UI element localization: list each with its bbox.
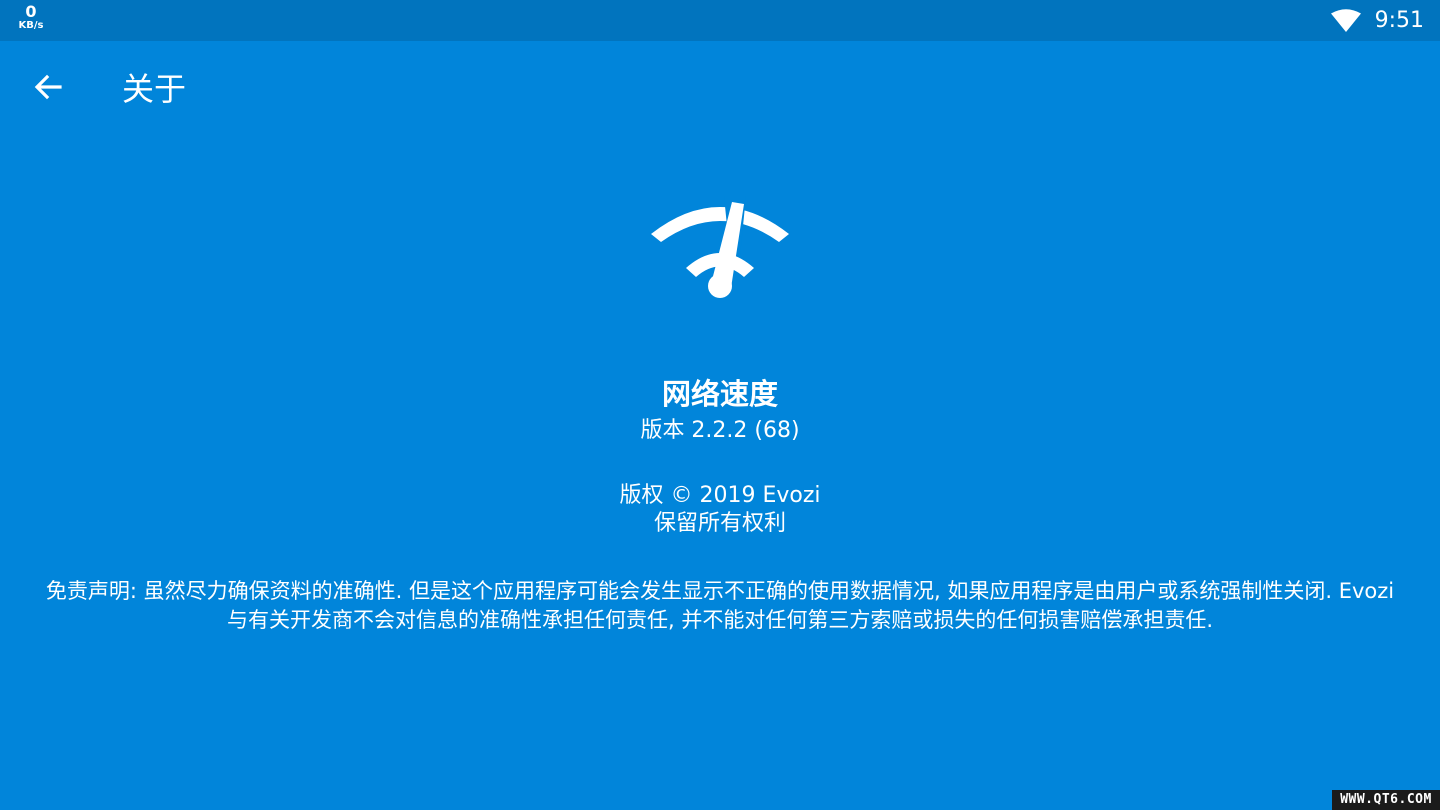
app-name: 网络速度 — [661, 377, 778, 411]
copyright-line: 版权 © 2019 Evozi — [619, 483, 821, 508]
app-bar: 关于 — [0, 41, 1440, 137]
speedometer-wifi-icon — [648, 196, 792, 300]
status-icons: 9:51 — [1330, 0, 1424, 41]
arrow-back-icon — [34, 73, 62, 105]
copyright-block: 版权 © 2019 Evozi 保留所有权利 — [0, 482, 1440, 538]
watermark: WWW.QT6.COM — [1332, 790, 1440, 810]
status-clock: 9:51 — [1374, 8, 1424, 33]
page-title: 关于 — [122, 70, 187, 108]
network-speed-unit: KB/s — [18, 20, 44, 31]
wifi-icon — [1330, 8, 1361, 33]
network-speed-value: 0 — [25, 2, 37, 21]
back-button[interactable] — [22, 65, 74, 113]
rights-reserved-line: 保留所有权利 — [653, 511, 786, 536]
disclaimer-text: 免责声明: 虽然尽力确保资料的准确性. 但是这个应用程序可能会发生显示不正确的使… — [45, 579, 1395, 632]
app-version: 版本 2.2.2 (68) — [640, 418, 800, 443]
about-screen: 0 KB/s 9:51 关于 网络速度 版本 2.2.2 (68) 版权 © 2… — [0, 0, 1440, 810]
status-bar: 0 KB/s 9:51 — [0, 0, 1440, 41]
network-speed-indicator: 0 KB/s — [16, 4, 46, 31]
